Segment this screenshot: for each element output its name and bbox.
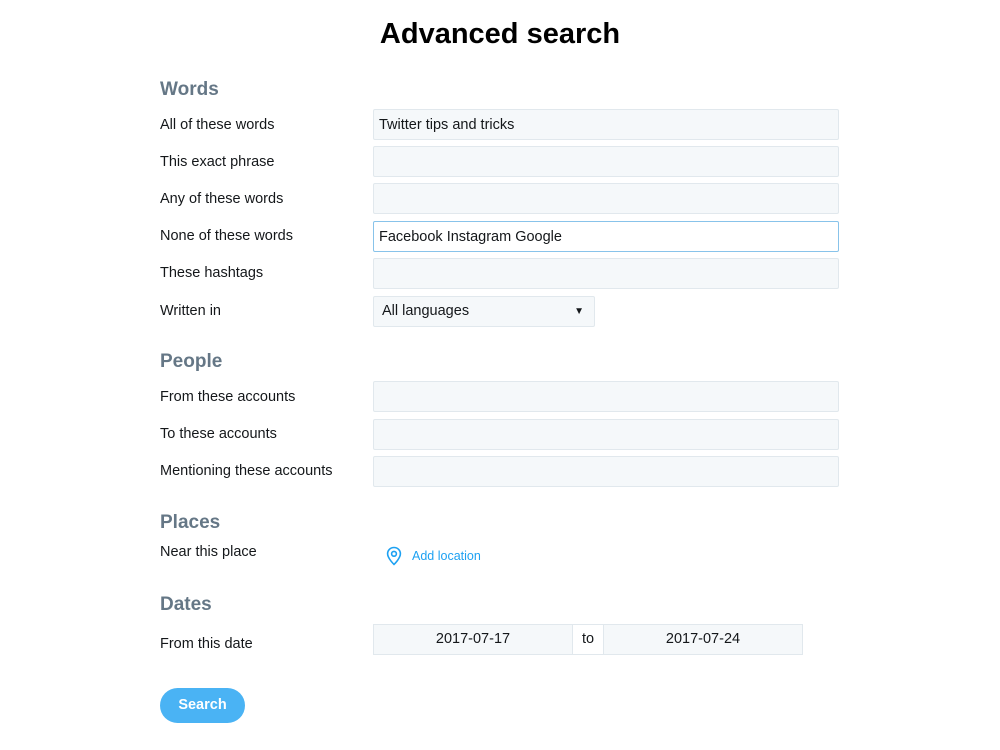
section-heading-dates: Dates (160, 594, 212, 615)
language-select[interactable]: All languages ▼ (373, 296, 595, 327)
search-button[interactable]: Search (160, 688, 245, 723)
exact-phrase-input[interactable] (373, 146, 839, 177)
to-accounts-input[interactable] (373, 419, 839, 450)
section-heading-people: People (160, 351, 223, 372)
hashtags-label: These hashtags (160, 265, 264, 281)
dropdown-arrow-icon: ▼ (574, 306, 584, 317)
from-accounts-input[interactable] (373, 381, 839, 412)
start-date-input[interactable]: 2017-07-17 (373, 624, 573, 655)
location-pin-icon (386, 546, 402, 566)
date-separator: to (573, 624, 603, 655)
add-location-button[interactable]: Add location (385, 545, 481, 567)
page-title: Advanced search (379, 18, 621, 50)
any-words-label: Any of these words (160, 191, 284, 207)
none-words-label: None of these words (160, 228, 293, 244)
exact-phrase-label: This exact phrase (160, 154, 275, 170)
none-words-input[interactable] (373, 221, 839, 252)
from-accounts-label: From these accounts (160, 389, 296, 405)
all-words-input[interactable] (373, 109, 839, 140)
mentioning-accounts-label: Mentioning these accounts (160, 463, 333, 479)
all-words-label: All of these words (160, 117, 275, 133)
section-heading-places: Places (160, 512, 221, 533)
add-location-label: Add location (412, 549, 481, 563)
mentioning-accounts-input[interactable] (373, 456, 839, 487)
language-select-value: All languages (382, 303, 470, 319)
any-words-input[interactable] (373, 183, 839, 214)
to-accounts-label: To these accounts (160, 426, 277, 442)
near-place-label: Near this place (160, 544, 257, 560)
section-heading-words: Words (160, 79, 219, 100)
from-date-label: From this date (160, 636, 253, 652)
language-label: Written in (160, 303, 221, 319)
end-date-input[interactable]: 2017-07-24 (603, 624, 803, 655)
hashtags-input[interactable] (373, 258, 839, 289)
